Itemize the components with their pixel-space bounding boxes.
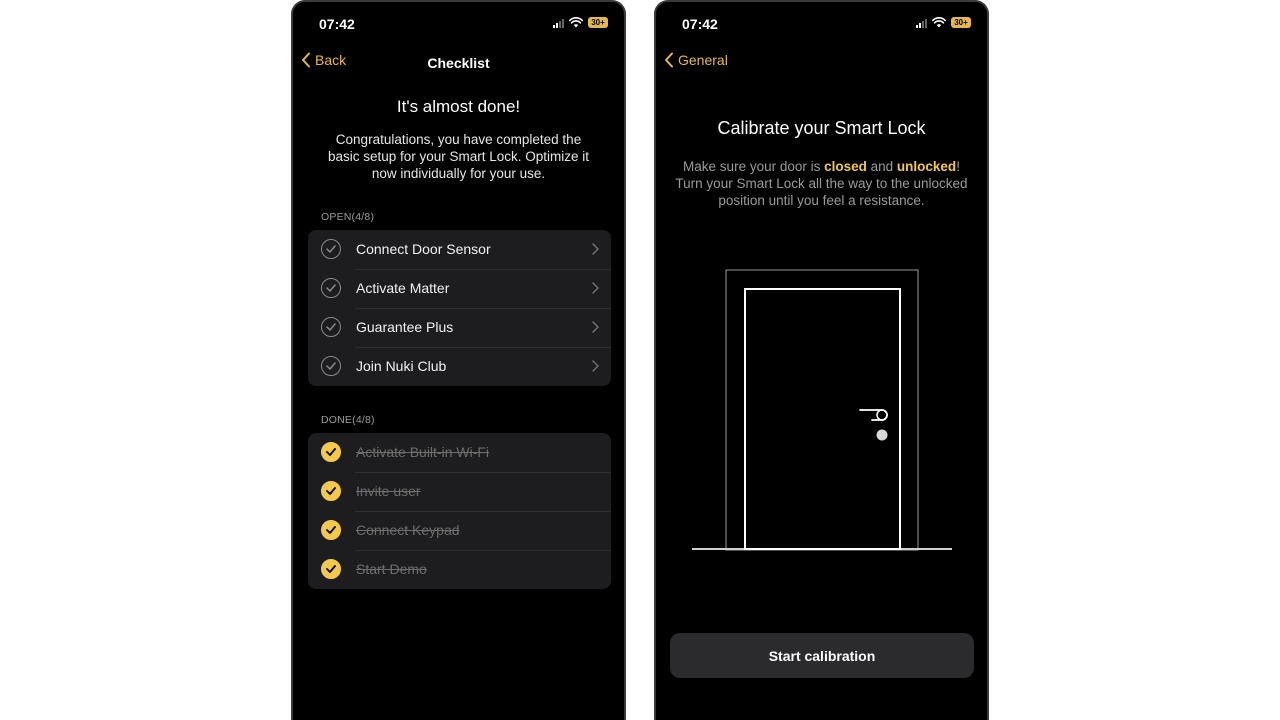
chevron-right-icon (592, 243, 599, 255)
item-label: Start Demo (356, 561, 427, 577)
check-filled-icon (321, 520, 341, 540)
page-heading: Calibrate your Smart Lock (717, 118, 926, 138)
chevron-right-icon (592, 282, 599, 294)
intro-text: Congratulations, you have completed the … (327, 132, 590, 181)
nav-bar: Back Checklist (293, 46, 624, 80)
open-section-label: OPEN(4/8) (321, 211, 375, 223)
signal-icon (553, 18, 564, 28)
page-heading: It's almost done! (396, 97, 521, 116)
chevron-right-icon (592, 321, 599, 333)
list-item-join-nuki-club[interactable]: Join Nuki Club (308, 347, 611, 386)
item-label: Activate Matter (356, 280, 450, 296)
chevron-left-icon (665, 52, 673, 68)
calibration-screen: 07:42 30+ General Calibrate your Smart L… (654, 0, 989, 720)
list-item-guarantee-plus[interactable]: Guarantee Plus (308, 308, 611, 347)
list-item-connect-keypad[interactable]: Connect Keypad (308, 511, 611, 550)
status-icons: 30+ (553, 17, 608, 28)
item-label: Invite user (356, 483, 421, 499)
start-calibration-button[interactable]: Start calibration (670, 633, 974, 678)
list-item-connect-door-sensor[interactable]: Connect Door Sensor (308, 230, 611, 269)
check-filled-icon (321, 442, 341, 462)
check-circle-icon (321, 317, 341, 337)
item-label: Join Nuki Club (356, 358, 447, 374)
item-label: Connect Door Sensor (356, 241, 491, 257)
item-label: Guarantee Plus (356, 319, 454, 335)
done-section-label: DONE(4/8) (321, 414, 375, 426)
open-list: Connect Door Sensor Activate Matter Guar… (308, 230, 611, 386)
check-circle-icon (321, 356, 341, 376)
back-button[interactable]: General (664, 52, 728, 68)
check-filled-icon (321, 481, 341, 501)
status-bar: 07:42 30+ (656, 2, 987, 46)
instruction-text: Make sure your door is (683, 159, 825, 174)
list-item-activate-matter[interactable]: Activate Matter (308, 269, 611, 308)
wifi-icon (932, 17, 946, 28)
status-icons: 30+ (916, 17, 971, 28)
check-filled-icon (321, 559, 341, 579)
highlight-closed: closed (824, 159, 867, 174)
wifi-icon (569, 17, 583, 28)
list-item-invite-user[interactable]: Invite user (308, 472, 611, 511)
highlight-unlocked: unlocked (896, 159, 957, 174)
signal-icon (916, 18, 927, 28)
done-list: Activate Built-in Wi-Fi Invite user Conn… (308, 433, 611, 589)
instruction-text: and (866, 159, 897, 174)
nav-bar: General (656, 46, 987, 80)
list-item-start-demo[interactable]: Start Demo (308, 550, 611, 589)
item-label: Activate Built-in Wi-Fi (356, 444, 490, 460)
status-time: 07:42 (319, 16, 355, 32)
back-label: General (678, 52, 728, 68)
status-time: 07:42 (682, 16, 718, 32)
item-label: Connect Keypad (356, 522, 460, 538)
nav-title: Checklist (427, 55, 490, 71)
check-circle-icon (321, 278, 341, 298)
battery-icon: 30+ (588, 17, 608, 28)
checklist-screen: 07:42 30+ Back Checklist It's almost don… (291, 0, 626, 720)
door-illustration (692, 269, 952, 551)
chevron-right-icon (592, 360, 599, 372)
list-item-activate-wifi[interactable]: Activate Built-in Wi-Fi (308, 433, 611, 472)
calibration-instructions: Make sure your door is closed and unlock… (668, 158, 975, 209)
check-circle-icon (321, 239, 341, 259)
status-bar: 07:42 30+ (293, 2, 624, 46)
battery-icon: 30+ (951, 17, 971, 28)
